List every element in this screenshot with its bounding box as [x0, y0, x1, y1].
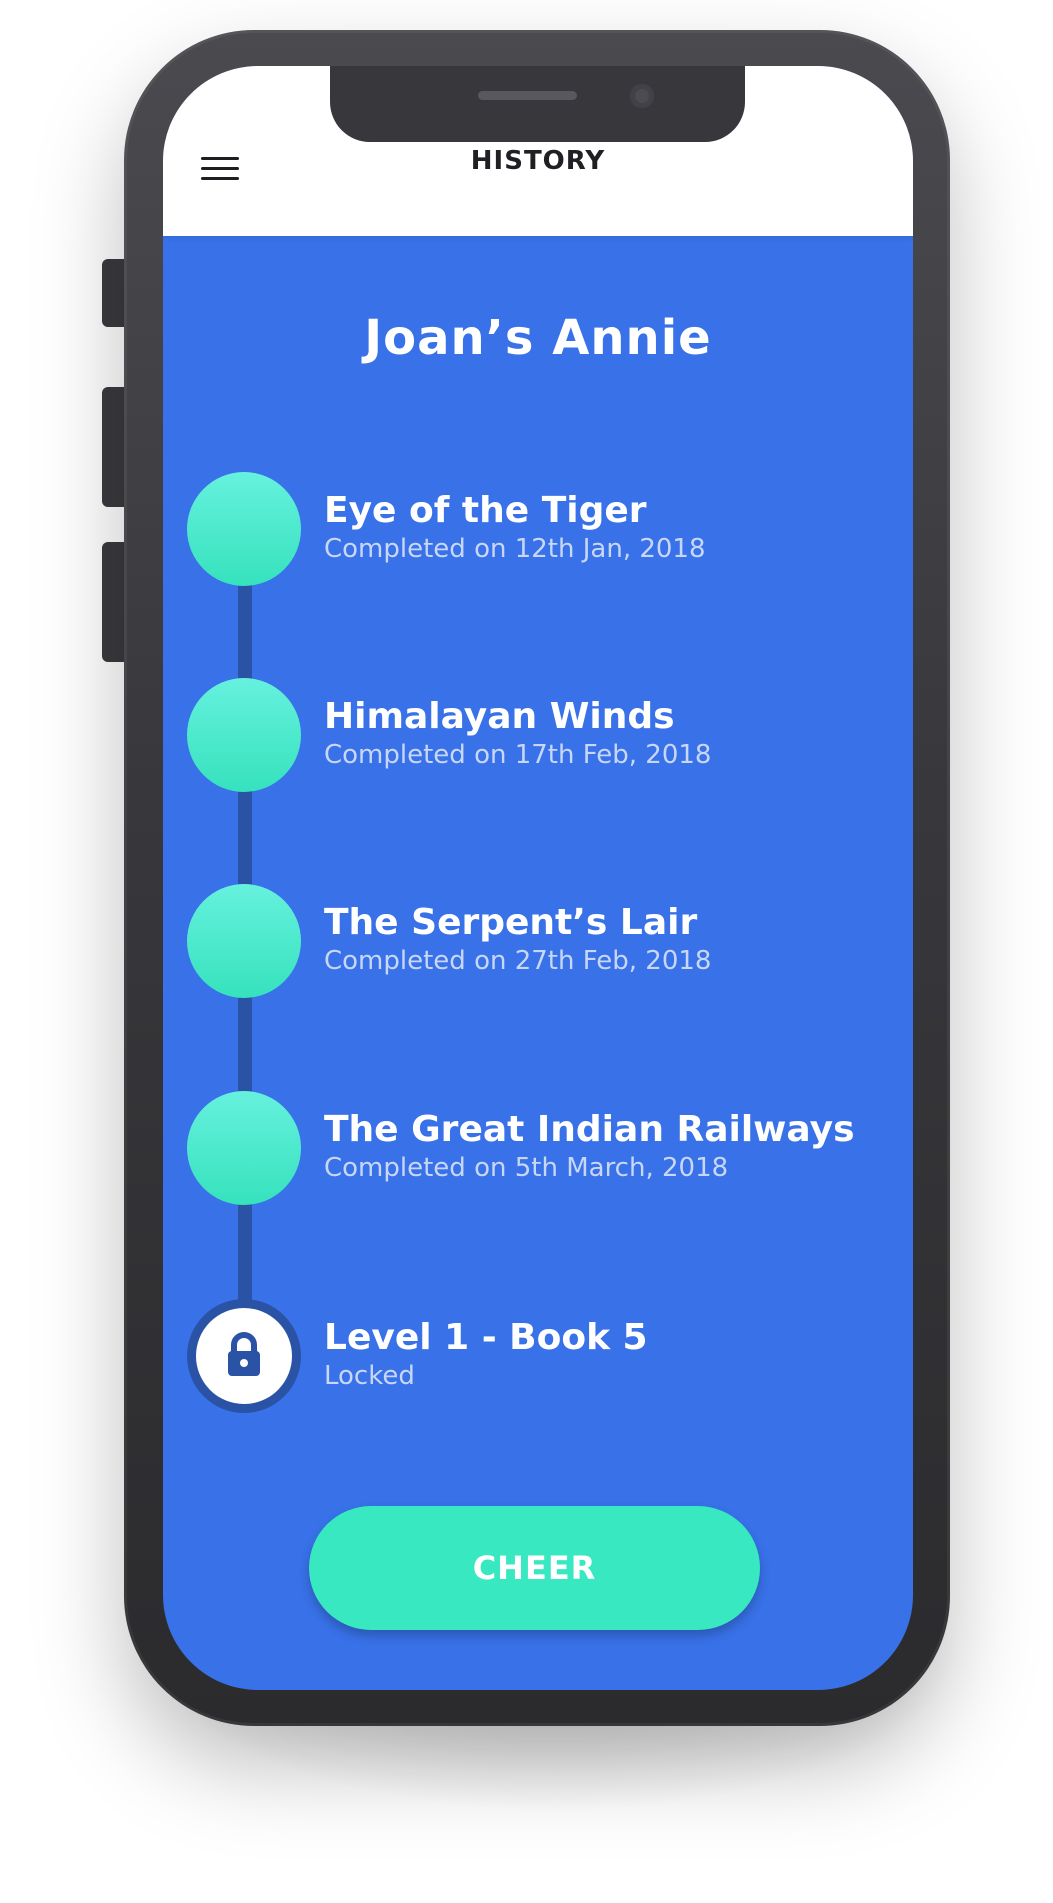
timeline-item-level1-book5[interactable]: Level 1 - Book 5 Locked — [187, 1299, 887, 1415]
timeline-item-subtitle: Completed on 17th Feb, 2018 — [324, 740, 712, 770]
front-camera — [630, 84, 654, 108]
lock-icon — [228, 1332, 260, 1376]
timeline-item-great-indian-railways[interactable]: The Great Indian Railways Completed on 5… — [187, 1091, 887, 1207]
completed-dot-icon — [187, 472, 301, 586]
locked-dot — [187, 1299, 301, 1413]
timeline-item-serpents-lair[interactable]: The Serpent’s Lair Completed on 27th Feb… — [187, 884, 887, 1000]
completed-dot-icon — [187, 884, 301, 998]
timeline-item-title: The Serpent’s Lair — [324, 902, 698, 943]
completed-dot-icon — [187, 678, 301, 792]
speaker-grille — [478, 91, 577, 100]
child-name-title: Joan’s Annie — [364, 310, 712, 366]
timeline-item-himalayan-winds[interactable]: Himalayan Winds Completed on 17th Feb, 2… — [187, 678, 887, 794]
completed-dot-icon — [187, 1091, 301, 1205]
cheer-button[interactable]: CHEER — [309, 1506, 760, 1630]
timeline-item-subtitle: Locked — [324, 1361, 415, 1391]
timeline-item-subtitle: Completed on 27th Feb, 2018 — [324, 946, 712, 976]
timeline-item-subtitle: Completed on 5th March, 2018 — [324, 1153, 729, 1183]
app-screen: HISTORY Joan’s Annie Eye of the Tiger Co… — [163, 66, 913, 1690]
timeline-item-title: The Great Indian Railways — [324, 1109, 855, 1150]
phone-notch — [330, 66, 745, 142]
timeline-item-eye-of-the-tiger[interactable]: Eye of the Tiger Completed on 12th Jan, … — [187, 472, 887, 588]
timeline-item-title: Level 1 - Book 5 — [324, 1317, 648, 1358]
timeline-item-title: Eye of the Tiger — [324, 490, 647, 531]
timeline-item-subtitle: Completed on 12th Jan, 2018 — [324, 534, 706, 564]
timeline-item-title: Himalayan Winds — [324, 696, 675, 737]
page-header-title: HISTORY — [470, 146, 606, 176]
